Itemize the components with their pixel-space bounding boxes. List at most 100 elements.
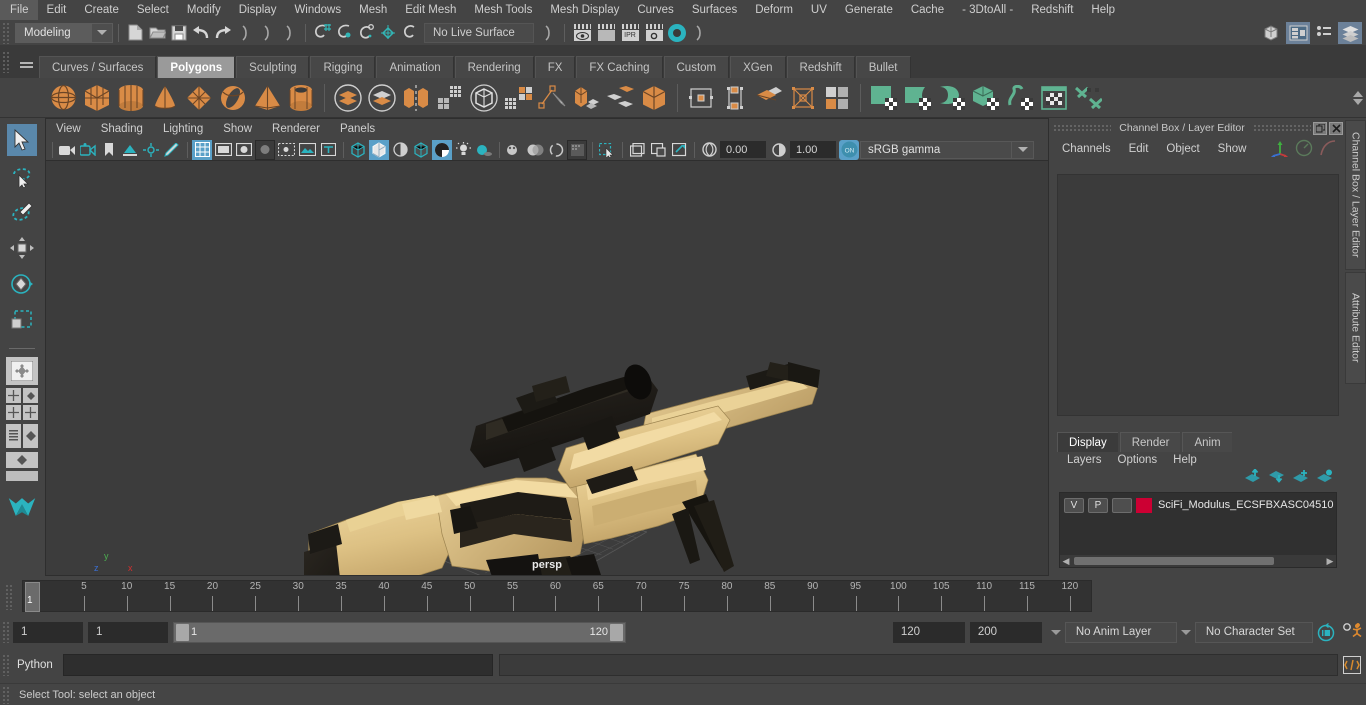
viewport-display-options-icon[interactable]: [567, 139, 587, 160]
layout-persp-outliner-button[interactable]: [23, 388, 38, 403]
ipr-render-icon[interactable]: IPR: [618, 22, 642, 44]
polygon-sphere-icon[interactable]: [46, 81, 80, 115]
shadows-icon[interactable]: [474, 140, 494, 160]
smooth-shade-all-icon[interactable]: [369, 139, 389, 160]
shelf-tab-animation[interactable]: Animation: [376, 56, 454, 78]
boolean-difference-icon[interactable]: [365, 81, 399, 115]
anim-layer-chevron-down-icon[interactable]: [1047, 622, 1065, 642]
layer-list-horizontal-scrollbar[interactable]: ◀ ▶: [1060, 555, 1336, 567]
animation-start-time-field[interactable]: 1: [13, 621, 83, 643]
shelf-tab-sculpting[interactable]: Sculpting: [236, 56, 310, 78]
render-panel-divider-icon[interactable]: [688, 22, 710, 44]
menu-uv[interactable]: UV: [802, 0, 836, 20]
status-line-grip[interactable]: [2, 21, 10, 44]
animation-end-time-field[interactable]: 200: [969, 621, 1042, 643]
shelf-tab-fx-caching[interactable]: FX Caching: [576, 56, 663, 78]
exposure-field[interactable]: 0.00: [720, 141, 766, 158]
uv-unfold-icon[interactable]: [1003, 81, 1037, 115]
menu-file[interactable]: File: [0, 0, 38, 20]
poke-face-icon[interactable]: [786, 81, 820, 115]
menu-generate[interactable]: Generate: [836, 0, 902, 20]
shelf-tab-rendering[interactable]: Rendering: [454, 56, 534, 78]
gamma-icon[interactable]: [769, 140, 789, 160]
exposure-icon[interactable]: [699, 140, 719, 160]
uv-automatic-map-icon[interactable]: [969, 81, 1003, 115]
show-hide-modeling-toolkit-icon[interactable]: [1260, 22, 1284, 44]
range-slider-right-handle[interactable]: [610, 623, 623, 641]
extract-faces-icon[interactable]: [569, 81, 603, 115]
uv-spherical-map-icon[interactable]: [935, 81, 969, 115]
save-scene-icon[interactable]: [168, 22, 190, 44]
wireframe-shading-icon[interactable]: [348, 140, 368, 160]
channelbox-menu-channels[interactable]: Channels: [1053, 143, 1120, 155]
shade-options-icon[interactable]: [390, 140, 410, 160]
layout-persp-view-button[interactable]: [23, 424, 38, 448]
command-line-grip[interactable]: [2, 654, 10, 676]
shelf-grip[interactable]: [2, 51, 10, 73]
gamma-field[interactable]: 1.00: [790, 141, 836, 158]
layer-menu-layers[interactable]: Layers: [1059, 454, 1110, 466]
layer-menu-help[interactable]: Help: [1165, 454, 1205, 466]
shelf-tab-bullet[interactable]: Bullet: [855, 56, 911, 78]
create-layer-from-selection-icon[interactable]: [1315, 468, 1333, 484]
polygon-pyramid-icon[interactable]: [250, 81, 284, 115]
viewport-menu-shading[interactable]: Shading: [91, 123, 153, 135]
isolate-select-icon[interactable]: [297, 140, 317, 160]
panel-close-icon[interactable]: [1329, 121, 1343, 135]
color-management-toggle-icon[interactable]: ON: [839, 139, 859, 160]
auto-keyframe-toggle-icon[interactable]: [1316, 621, 1336, 643]
menu-edit-mesh[interactable]: Edit Mesh: [396, 0, 465, 20]
lasso-tool-button[interactable]: [7, 160, 37, 192]
image-plane-icon[interactable]: [120, 140, 140, 160]
undo-icon[interactable]: [190, 22, 212, 44]
shelf-tab-xgen[interactable]: XGen: [730, 56, 786, 78]
mesh-cleanup-icon[interactable]: [637, 81, 671, 115]
snap-to-point-icon[interactable]: [355, 22, 377, 44]
curve-tool-icon[interactable]: [1319, 140, 1337, 156]
bevel-icon[interactable]: [684, 81, 718, 115]
layout-four-panes-button[interactable]: [23, 405, 38, 420]
channelbox-menu-edit[interactable]: Edit: [1120, 143, 1158, 155]
menu-help[interactable]: Help: [1082, 0, 1124, 20]
motion-blur-icon[interactable]: [525, 140, 545, 160]
live-surface-field[interactable]: No Live Surface: [424, 22, 534, 43]
uv-editor-icon[interactable]: [1037, 81, 1071, 115]
shelf-tab-custom[interactable]: Custom: [663, 56, 730, 78]
menu-create[interactable]: Create: [75, 0, 128, 20]
menu-surfaces[interactable]: Surfaces: [683, 0, 746, 20]
redo-icon[interactable]: [212, 22, 234, 44]
menu-display[interactable]: Display: [230, 0, 286, 20]
shelf-tab-curves-surfaces[interactable]: Curves / Surfaces: [39, 56, 157, 78]
render-current-frame-icon[interactable]: [570, 22, 594, 44]
combine-separate-icon[interactable]: [399, 81, 433, 115]
menu-deform[interactable]: Deform: [746, 0, 802, 20]
layout-single-perspective-button[interactable]: [6, 357, 38, 385]
snap-to-curve-icon[interactable]: [333, 22, 355, 44]
create-new-layer-icon[interactable]: [1291, 468, 1309, 484]
layer-playback-toggle[interactable]: P: [1088, 497, 1108, 513]
menu-redshift[interactable]: Redshift: [1022, 0, 1082, 20]
menu-windows[interactable]: Windows: [285, 0, 350, 20]
smooth-preview-icon[interactable]: [467, 81, 501, 115]
script-editor-icon[interactable]: [1341, 654, 1363, 676]
mesh-separate-icon[interactable]: [603, 81, 637, 115]
scroll-left-arrow-icon[interactable]: ◀: [1060, 556, 1072, 567]
grease-pencil-icon[interactable]: [162, 140, 182, 160]
playback-start-time-field[interactable]: 1: [88, 621, 168, 643]
menu-mesh-display[interactable]: Mesh Display: [541, 0, 628, 20]
copy-panel-icon[interactable]: [648, 140, 668, 160]
select-objects-icon[interactable]: [597, 140, 617, 160]
layer-visibility-toggle[interactable]: V: [1064, 497, 1084, 513]
layout-extra-button[interactable]: [6, 471, 38, 481]
command-language-label[interactable]: Python: [17, 659, 53, 671]
uv-set-editor-icon[interactable]: [1071, 81, 1105, 115]
viewport-menu-panels[interactable]: Panels: [330, 123, 385, 135]
use-all-lights-icon[interactable]: [453, 140, 473, 160]
range-slider-left-handle[interactable]: [176, 623, 189, 641]
viewport-menu-renderer[interactable]: Renderer: [262, 123, 330, 135]
open-scene-icon[interactable]: [146, 22, 168, 44]
command-result-field[interactable]: [498, 654, 1338, 676]
snap-to-view-plane-icon[interactable]: [399, 22, 421, 44]
render-sequence-icon[interactable]: [594, 22, 618, 44]
polygon-torus-icon[interactable]: [216, 81, 250, 115]
